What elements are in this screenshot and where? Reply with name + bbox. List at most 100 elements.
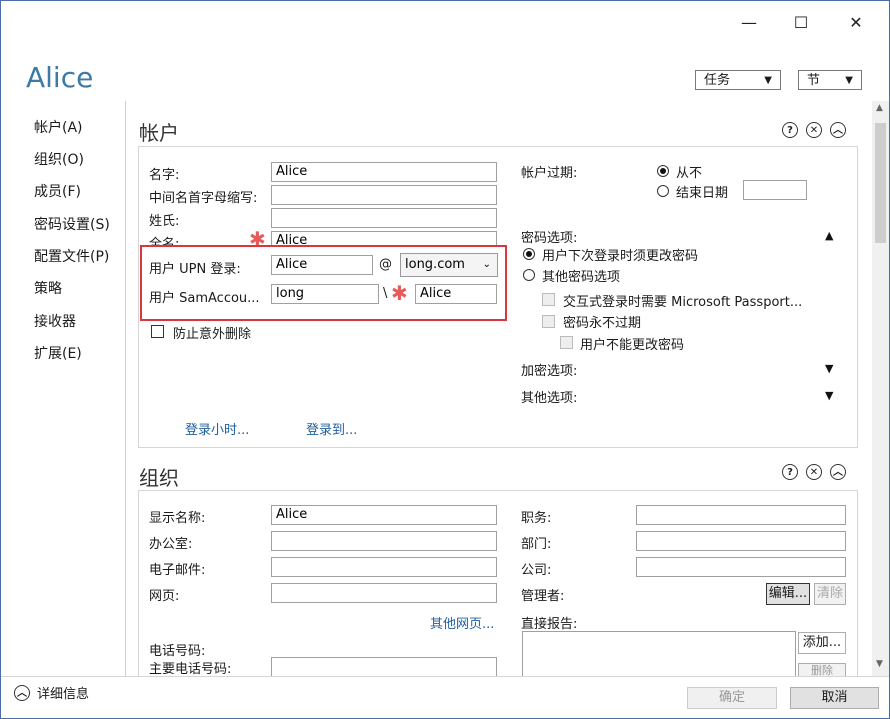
- minimize-button[interactable]: —: [729, 9, 769, 37]
- protect-deletion-checkbox[interactable]: [151, 325, 164, 338]
- first-name-label: 名字:: [149, 168, 180, 183]
- main-phone-label: 主要电话号码:: [149, 662, 232, 677]
- display-name-input[interactable]: Alice: [271, 505, 497, 525]
- sections-dropdown[interactable]: 节 ▼: [798, 70, 862, 90]
- nav-item-organization[interactable]: 组织(O): [34, 149, 84, 169]
- passport-checkbox[interactable]: [542, 293, 555, 306]
- organization-section-title: 组织: [139, 466, 179, 490]
- details-label[interactable]: 详细信息: [37, 683, 89, 702]
- protect-deletion-label: 防止意外删除: [173, 327, 252, 342]
- triangle-down-icon: ▼: [845, 75, 853, 86]
- collapse-icon[interactable]: ︿: [830, 464, 846, 480]
- footer-bar: ︿ 详细信息 确定 取消: [1, 676, 889, 718]
- nav-item-password-settings[interactable]: 密码设置(S): [34, 214, 110, 234]
- chevron-down-icon: ⌄: [482, 259, 491, 270]
- logon-to-link[interactable]: 登录到...: [306, 419, 357, 438]
- account-expires-label: 帐户过期:: [521, 166, 578, 181]
- nav-divider: [125, 101, 126, 676]
- backslash: \: [383, 286, 388, 301]
- upn-logon-input[interactable]: Alice: [271, 255, 373, 275]
- expand-details-icon[interactable]: ︿: [14, 685, 30, 701]
- nav-item-silo[interactable]: 接收器: [34, 311, 76, 331]
- never-label: 从不: [676, 166, 703, 181]
- main-phone-input[interactable]: [271, 657, 497, 677]
- sam-domain-input[interactable]: long: [271, 284, 379, 304]
- tasks-dropdown-label: 任务: [704, 73, 731, 88]
- sam-account-input[interactable]: Alice: [415, 284, 497, 304]
- department-input[interactable]: [636, 531, 846, 551]
- must-change-radio[interactable]: [523, 248, 535, 260]
- page-title: Alice: [26, 61, 94, 94]
- last-name-input[interactable]: [271, 208, 497, 228]
- last-name-label: 姓氏:: [149, 214, 180, 229]
- full-name-input[interactable]: Alice: [271, 231, 497, 245]
- help-icon[interactable]: ?: [782, 122, 798, 138]
- sam-account-label: 用户 SamAccou...: [149, 291, 260, 306]
- nav-item-account[interactable]: 帐户(A): [34, 117, 83, 137]
- never-expires-checkbox[interactable]: [542, 315, 555, 328]
- job-title-input[interactable]: [636, 505, 846, 525]
- first-name-input[interactable]: Alice: [271, 162, 497, 182]
- email-input[interactable]: [271, 557, 497, 577]
- cannot-change-label: 用户不能更改密码: [580, 338, 685, 353]
- end-date-input[interactable]: [743, 180, 807, 200]
- display-name-label: 显示名称:: [149, 511, 206, 526]
- email-label: 电子邮件:: [149, 563, 206, 578]
- other-options-label: 其他密码选项: [542, 270, 621, 285]
- add-direct-report-button[interactable]: 添加...: [798, 632, 846, 654]
- end-date-label: 结束日期: [676, 186, 729, 201]
- full-name-label: 全名:: [149, 237, 180, 245]
- triangle-up-icon[interactable]: ▲: [825, 229, 833, 242]
- encryption-options-label: 加密选项:: [521, 364, 578, 379]
- close-button[interactable]: ✕: [836, 9, 876, 37]
- manager-label: 管理者:: [521, 589, 565, 604]
- webpage-input[interactable]: [271, 583, 497, 603]
- tasks-dropdown[interactable]: 任务 ▼: [695, 70, 781, 90]
- company-label: 公司:: [521, 563, 552, 578]
- upn-logon-label: 用户 UPN 登录:: [149, 262, 241, 277]
- nav-item-profile[interactable]: 配置文件(P): [34, 246, 109, 266]
- phone-numbers-label: 电话号码:: [149, 644, 206, 659]
- close-section-icon[interactable]: ✕: [806, 122, 822, 138]
- scrollbar-thumb[interactable]: [875, 123, 886, 243]
- collapse-icon[interactable]: ︿: [830, 122, 846, 138]
- triangle-down-icon[interactable]: ▼: [825, 389, 833, 402]
- ok-button[interactable]: 确定: [687, 687, 777, 709]
- webpage-label: 网页:: [149, 589, 180, 604]
- other-webpages-link[interactable]: 其他网页...: [430, 613, 494, 632]
- nav-item-member-of[interactable]: 成员(F): [34, 181, 81, 201]
- cannot-change-checkbox[interactable]: [560, 336, 573, 349]
- upn-domain-dropdown[interactable]: long.com ⌄: [400, 253, 498, 277]
- passport-label: 交互式登录时需要 Microsoft Passport...: [563, 295, 803, 310]
- end-date-radio[interactable]: [657, 185, 669, 197]
- vertical-scrollbar[interactable]: ▲ ▼: [872, 101, 889, 676]
- help-icon[interactable]: ?: [782, 464, 798, 480]
- job-title-label: 职务:: [521, 511, 552, 526]
- dialog-window: — ☐ ✕ Alice 任务 ▼ 节 ▼ 帐户(A) 组织(O) 成员(F) 密…: [0, 0, 890, 719]
- never-radio[interactable]: [657, 165, 669, 177]
- required-asterisk-icon: ✱: [391, 281, 408, 305]
- close-section-icon[interactable]: ✕: [806, 464, 822, 480]
- other-options-section-label: 其他选项:: [521, 391, 578, 406]
- cancel-button[interactable]: 取消: [790, 687, 879, 709]
- remove-direct-report-button[interactable]: 删除: [798, 663, 846, 677]
- logon-hours-link[interactable]: 登录小时...: [185, 419, 249, 438]
- triangle-down-icon[interactable]: ▼: [825, 362, 833, 375]
- never-expires-label: 密码永不过期: [563, 316, 642, 331]
- maximize-button[interactable]: ☐: [781, 9, 821, 37]
- scroll-down-icon[interactable]: ▼: [876, 659, 883, 669]
- nav-item-extensions[interactable]: 扩展(E): [34, 343, 82, 363]
- sections-dropdown-label: 节: [807, 73, 821, 88]
- scroll-up-icon[interactable]: ▲: [876, 103, 883, 113]
- password-options-label: 密码选项:: [521, 231, 578, 246]
- triangle-down-icon: ▼: [764, 75, 772, 86]
- account-section-title: 帐户: [139, 121, 179, 145]
- edit-manager-button[interactable]: 编辑...: [766, 583, 810, 605]
- middle-initial-input[interactable]: [271, 185, 497, 205]
- direct-reports-list[interactable]: [522, 631, 796, 679]
- clear-manager-button[interactable]: 清除: [814, 583, 846, 605]
- company-input[interactable]: [636, 557, 846, 577]
- other-options-radio[interactable]: [523, 269, 535, 281]
- nav-item-policy[interactable]: 策略: [34, 278, 62, 298]
- office-input[interactable]: [271, 531, 497, 551]
